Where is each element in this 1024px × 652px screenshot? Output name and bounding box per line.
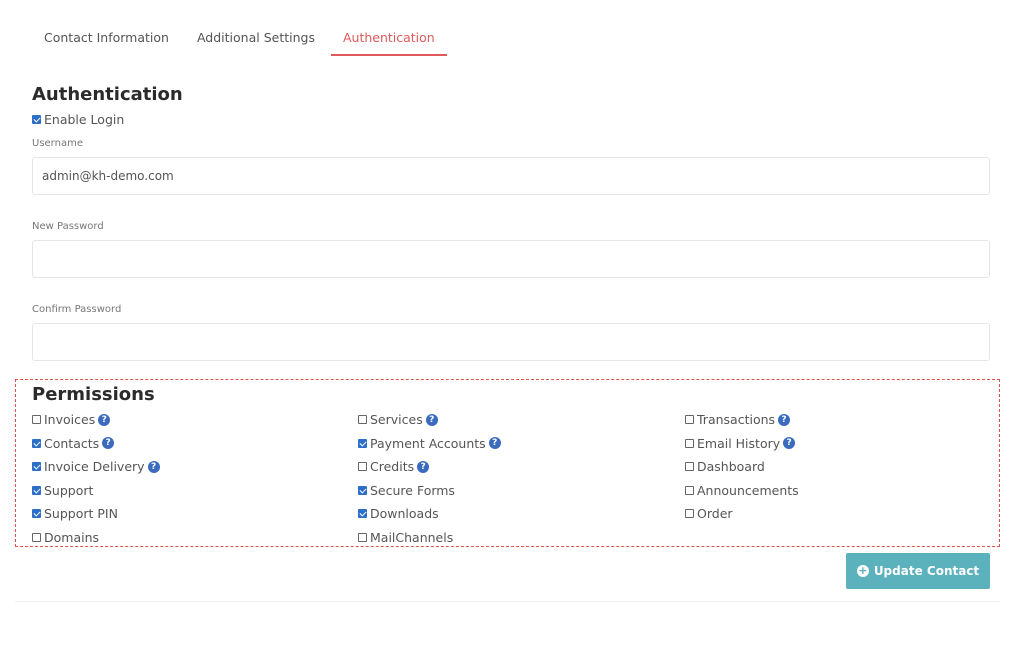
permission-support-pin[interactable]: Support PIN: [32, 506, 118, 521]
permission-dashboard[interactable]: Dashboard: [685, 459, 765, 474]
new-password-input[interactable]: [32, 240, 990, 278]
permission-checkbox[interactable]: [358, 509, 367, 519]
permission-label: Support PIN: [44, 506, 118, 522]
update-contact-label: Update Contact: [873, 564, 980, 578]
permission-announcements[interactable]: Announcements: [685, 483, 799, 498]
permission-contacts[interactable]: Contacts?: [32, 435, 115, 451]
permission-checkbox[interactable]: [32, 462, 41, 472]
tab-bar: Contact Information Additional Settings …: [32, 24, 451, 56]
permission-transactions[interactable]: Transactions?: [685, 412, 791, 427]
permission-checkbox[interactable]: [685, 415, 694, 424]
permission-checkbox[interactable]: [358, 415, 367, 424]
permission-checkbox[interactable]: [685, 438, 694, 448]
permission-order[interactable]: Order: [685, 506, 733, 521]
permission-support[interactable]: Support: [32, 483, 93, 498]
permission-email-history[interactable]: Email History?: [685, 435, 796, 451]
enable-login-checkbox[interactable]: [32, 115, 41, 124]
permission-credits[interactable]: Credits?: [358, 459, 430, 475]
tab-contact-information[interactable]: Contact Information: [32, 24, 181, 54]
permission-label: Payment Accounts: [370, 435, 486, 451]
permission-secure-forms[interactable]: Secure Forms: [358, 483, 455, 498]
permission-services[interactable]: Services?: [358, 412, 438, 427]
confirm-password-input[interactable]: [32, 323, 990, 361]
question-circle-icon[interactable]: ?: [778, 413, 791, 426]
permission-checkbox[interactable]: [685, 485, 694, 495]
permission-checkbox[interactable]: [32, 509, 41, 519]
permission-label: Email History: [697, 435, 781, 451]
authentication-title: Authentication: [32, 84, 183, 105]
question-circle-icon[interactable]: ?: [102, 437, 115, 450]
permission-label: Secure Forms: [370, 482, 455, 498]
tab-authentication[interactable]: Authentication: [330, 24, 447, 56]
permission-checkbox[interactable]: [32, 533, 41, 542]
username-input[interactable]: admin@kh-demo.com: [32, 157, 990, 195]
permission-invoice-delivery[interactable]: Invoice Delivery?: [32, 459, 160, 474]
permission-checkbox[interactable]: [358, 438, 367, 448]
permission-label: Support: [44, 482, 94, 498]
confirm-password-label: Confirm Password: [32, 304, 122, 315]
question-circle-icon[interactable]: ?: [147, 460, 160, 473]
update-contact-button[interactable]: + Update Contact: [846, 553, 990, 589]
permission-checkbox[interactable]: [32, 485, 41, 495]
permission-checkbox[interactable]: [358, 462, 367, 472]
permission-label: Downloads: [370, 506, 439, 522]
question-circle-icon[interactable]: ?: [425, 413, 438, 426]
question-circle-icon[interactable]: ?: [783, 437, 796, 450]
permission-mailchannels[interactable]: MailChannels: [358, 530, 453, 545]
permission-domains[interactable]: Domains: [32, 530, 99, 545]
permission-label: Dashboard: [697, 459, 765, 475]
permission-label: MailChannels: [370, 530, 454, 545]
new-password-label: New Password: [32, 221, 104, 232]
permission-label: Invoice Delivery: [44, 459, 145, 475]
permission-label: Invoices: [44, 412, 96, 427]
permission-invoices[interactable]: Invoices?: [32, 412, 111, 427]
permission-label: Domains: [44, 530, 100, 545]
enable-login-label: Enable Login: [44, 112, 125, 127]
permissions-title: Permissions: [32, 384, 155, 405]
permission-label: Contacts: [44, 435, 100, 451]
permission-checkbox[interactable]: [32, 415, 41, 424]
permission-checkbox[interactable]: [685, 509, 694, 519]
tab-additional-settings[interactable]: Additional Settings: [185, 24, 327, 54]
permission-label: Order: [697, 506, 733, 522]
permission-downloads[interactable]: Downloads: [358, 506, 439, 521]
permissions-highlight-box: [15, 379, 1000, 547]
question-circle-icon[interactable]: ?: [98, 413, 111, 426]
permission-label: Credits: [370, 459, 415, 475]
question-circle-icon[interactable]: ?: [417, 460, 430, 473]
footer-divider: [15, 601, 1000, 602]
plus-circle-icon: +: [856, 564, 869, 577]
permission-checkbox[interactable]: [32, 438, 41, 448]
permission-payment-accounts[interactable]: Payment Accounts?: [358, 436, 501, 451]
permission-label: Transactions: [697, 412, 776, 427]
permission-checkbox[interactable]: [358, 485, 367, 495]
permission-label: Services: [370, 412, 423, 427]
question-circle-icon[interactable]: ?: [488, 437, 501, 450]
username-label: Username: [32, 138, 83, 149]
permission-label: Announcements: [697, 482, 799, 498]
permission-checkbox[interactable]: [358, 533, 367, 542]
permission-checkbox[interactable]: [685, 462, 694, 472]
enable-login-option[interactable]: Enable Login: [32, 112, 124, 127]
